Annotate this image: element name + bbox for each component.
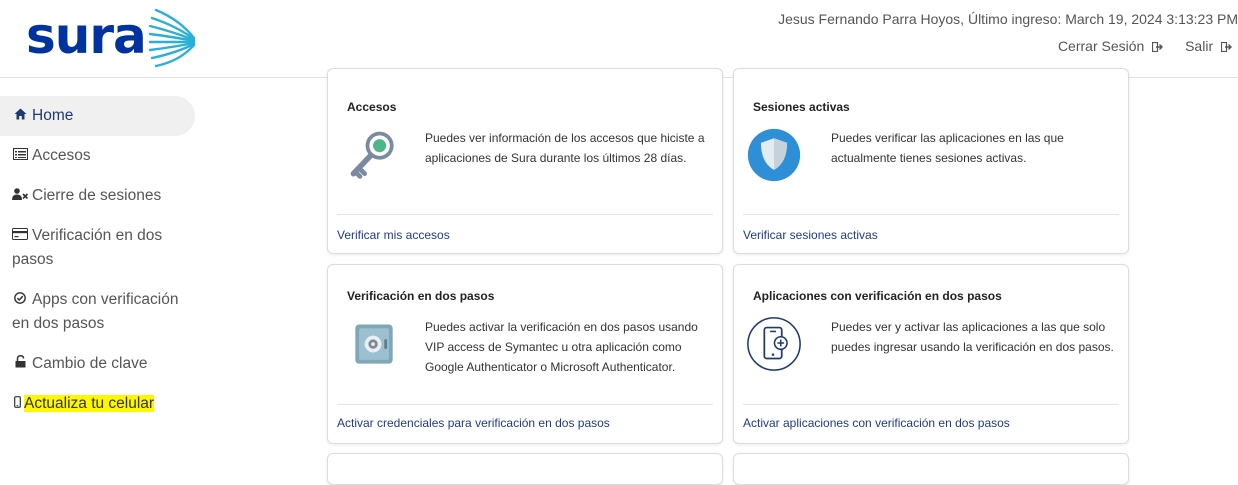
card-sesiones-activas: Sesiones activas Puedes verificar las ap… xyxy=(733,68,1129,254)
sidebar-item-label: Cierre de sesiones xyxy=(32,187,162,204)
sidebar-item-apps-verificacion[interactable]: Apps con verificación en dos pasos xyxy=(0,280,194,344)
card-description: Puedes ver información de los accesos qu… xyxy=(425,131,705,165)
sign-out-icon xyxy=(1152,42,1164,52)
sidebar-item-home[interactable]: Home xyxy=(0,96,195,136)
card-divider xyxy=(743,404,1119,405)
card-title: Verificación en dos pasos xyxy=(347,289,495,303)
key-icon xyxy=(350,131,394,179)
card-divider xyxy=(337,214,713,215)
sidebar-item-cierre-sesiones[interactable]: Cierre de sesiones xyxy=(0,176,194,216)
logout-link[interactable]: Cerrar Sesión xyxy=(1058,38,1167,54)
list-icon xyxy=(12,144,28,168)
mobile-icon xyxy=(12,392,22,416)
logout-label: Cerrar Sesión xyxy=(1057,38,1145,54)
logo-wing-icon xyxy=(148,8,196,68)
exit-label: Salir xyxy=(1185,38,1214,54)
verify-sessions-link[interactable]: Verificar sesiones activas xyxy=(743,228,878,242)
sidebar-item-label: Home xyxy=(32,107,74,124)
sidebar-item-label: Cambio de clave xyxy=(32,355,148,372)
card-partial-left xyxy=(327,453,723,485)
header: sura Jesus Fernando Parra Hoyos, Último … xyxy=(0,0,1238,78)
activate-credentials-link[interactable]: Activar credenciales para verificación e… xyxy=(337,416,610,430)
card-description: Puedes activar la verificación en dos pa… xyxy=(425,320,698,374)
card-verificacion-dos-pasos: Verificación en dos pasos Puedes activar… xyxy=(327,264,723,444)
sidebar-item-label: Apps con verificación en dos pasos xyxy=(12,291,179,332)
card-accesos: Accesos Puedes ver información de los ac… xyxy=(327,68,723,254)
logo-text: sura xyxy=(26,7,147,65)
user-info: Jesus Fernando Parra Hoyos, Último ingre… xyxy=(778,11,1238,27)
check-circle-icon xyxy=(12,288,28,312)
sign-out-icon xyxy=(1221,42,1232,52)
home-icon xyxy=(12,104,28,128)
sidebar-item-cambio-clave[interactable]: Cambio de clave xyxy=(0,344,194,384)
shield-icon xyxy=(747,128,801,182)
sidebar-nav: Home Accesos Cierre de sesiones Verifica… xyxy=(0,96,200,424)
safe-icon xyxy=(355,324,393,364)
phone-add-icon xyxy=(747,317,801,371)
card-title: Accesos xyxy=(347,100,397,114)
card-title: Aplicaciones con verificación en dos pas… xyxy=(753,289,1002,303)
exit-link[interactable]: Salir xyxy=(1185,38,1232,54)
sidebar-item-verificacion[interactable]: Verificación en dos pasos xyxy=(0,216,194,280)
sidebar-item-label: Accesos xyxy=(32,147,91,164)
card-description: Puedes ver y activar las aplicaciones a … xyxy=(831,320,1114,354)
card-divider xyxy=(337,404,713,405)
card-description: Puedes verificar las aplicaciones en las… xyxy=(831,131,1064,165)
sidebar-item-label: Actualiza tu celular xyxy=(24,395,155,412)
header-links: Cerrar Sesión Salir xyxy=(1040,38,1232,54)
card-partial-right xyxy=(733,453,1129,485)
sidebar-item-label: Verificación en dos pasos xyxy=(12,227,163,268)
sura-logo[interactable]: sura xyxy=(26,6,201,70)
activate-apps-link[interactable]: Activar aplicaciones con verificación en… xyxy=(743,416,1010,430)
sidebar-item-accesos[interactable]: Accesos xyxy=(0,136,194,176)
lock-icon xyxy=(12,352,28,376)
verify-accesses-link[interactable]: Verificar mis accesos xyxy=(337,228,450,242)
credit-card-icon xyxy=(12,224,28,248)
card-apps-verificacion: Aplicaciones con verificación en dos pas… xyxy=(733,264,1129,444)
user-times-icon xyxy=(12,184,29,208)
sidebar-item-actualiza-celular[interactable]: Actualiza tu celular xyxy=(0,384,194,424)
card-divider xyxy=(743,214,1119,215)
card-title: Sesiones activas xyxy=(753,100,850,114)
